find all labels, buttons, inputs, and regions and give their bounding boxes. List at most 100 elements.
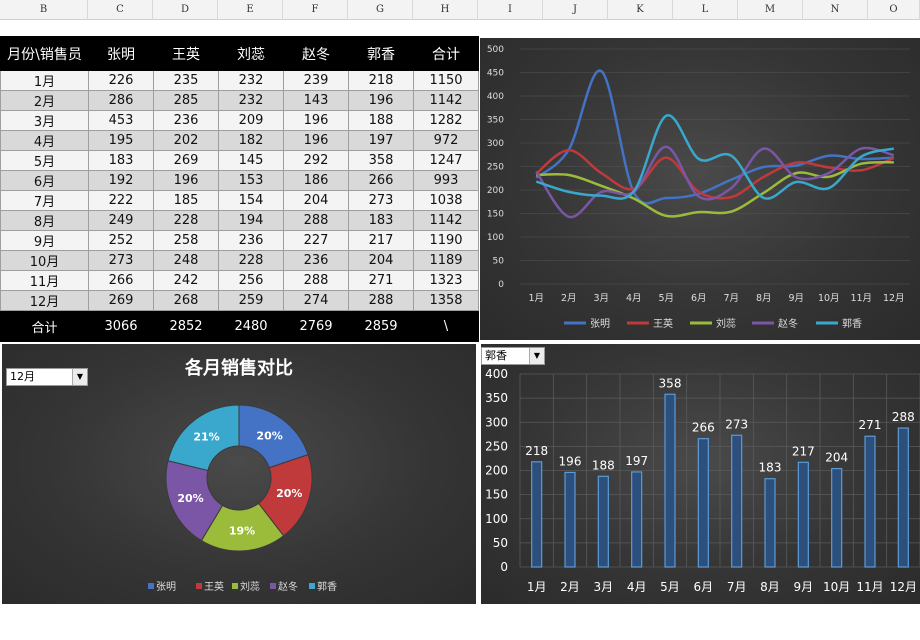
value-cell[interactable]: 154 — [218, 190, 284, 211]
month-cell[interactable]: 5月 — [0, 150, 89, 171]
value-cell[interactable]: 227 — [283, 230, 349, 251]
value-cell[interactable]: 236 — [283, 250, 349, 271]
legend-label[interactable]: 赵冬 — [278, 580, 298, 593]
value-cell[interactable]: 286 — [88, 90, 154, 111]
value-cell[interactable]: 1038 — [413, 190, 479, 211]
value-cell[interactable]: 285 — [153, 90, 219, 111]
bar[interactable] — [797, 461, 809, 568]
bar[interactable] — [831, 467, 843, 568]
value-cell[interactable]: 1247 — [413, 150, 479, 171]
bar[interactable] — [597, 475, 609, 568]
column-header-n[interactable]: N — [803, 0, 868, 20]
column-header-d[interactable]: D — [153, 0, 218, 20]
month-cell[interactable]: 7月 — [0, 190, 89, 211]
value-cell[interactable]: 226 — [88, 70, 154, 91]
value-cell[interactable]: 153 — [218, 170, 284, 191]
value-cell[interactable]: 143 — [283, 90, 349, 111]
value-cell[interactable]: 239 — [283, 70, 349, 91]
month-cell[interactable]: 12月 — [0, 290, 89, 311]
month-cell[interactable]: 1月 — [0, 70, 89, 91]
value-cell[interactable]: 1189 — [413, 250, 479, 271]
column-header-j[interactable]: J — [543, 0, 608, 20]
value-cell[interactable]: 292 — [283, 150, 349, 171]
value-cell[interactable]: 273 — [348, 190, 414, 211]
value-cell[interactable]: 186 — [283, 170, 349, 191]
month-cell[interactable]: 6月 — [0, 170, 89, 191]
value-cell[interactable]: 236 — [153, 110, 219, 131]
legend-label[interactable]: 刘蕊 — [240, 581, 260, 593]
bar[interactable] — [731, 434, 743, 568]
donut-chart-panel[interactable]: 12月 ▼ 各月销售对比 20% 20% 19% 20% 21% 张明 王英 刘蕊 赵冬 郭香 — [2, 344, 476, 604]
value-cell[interactable]: 192 — [88, 170, 154, 191]
bar[interactable] — [531, 461, 543, 568]
value-cell[interactable]: 266 — [88, 270, 154, 291]
value-cell[interactable]: 183 — [88, 150, 154, 171]
value-cell[interactable]: 256 — [218, 270, 284, 291]
column-header-h[interactable]: H — [413, 0, 478, 20]
legend-label[interactable]: 赵冬 — [778, 317, 798, 330]
header-cell[interactable]: 王英 — [153, 36, 219, 71]
value-cell[interactable]: 235 — [153, 70, 219, 91]
value-cell[interactable]: 1142 — [413, 90, 479, 111]
column-header-k[interactable]: K — [608, 0, 673, 20]
value-cell[interactable]: 145 — [218, 150, 284, 171]
value-cell[interactable]: 195 — [88, 130, 154, 151]
series-line-张明[interactable] — [535, 69, 894, 205]
month-cell[interactable]: 4月 — [0, 130, 89, 151]
header-month-salesperson[interactable]: 月份\销售员 — [0, 36, 89, 71]
value-cell[interactable]: 196 — [283, 110, 349, 131]
value-cell[interactable]: 269 — [153, 150, 219, 171]
value-cell[interactable]: 222 — [88, 190, 154, 211]
value-cell[interactable]: 1323 — [413, 270, 479, 291]
total-cell[interactable]: 2852 — [153, 310, 219, 342]
value-cell[interactable]: 217 — [348, 230, 414, 251]
value-cell[interactable]: 183 — [348, 210, 414, 231]
total-cell[interactable]: 2480 — [218, 310, 284, 342]
total-cell[interactable]: 3066 — [88, 310, 154, 342]
column-header-o[interactable]: O — [868, 0, 920, 20]
month-cell[interactable]: 2月 — [0, 90, 89, 111]
value-cell[interactable]: 358 — [348, 150, 414, 171]
value-cell[interactable]: 242 — [153, 270, 219, 291]
bar[interactable] — [664, 393, 676, 568]
column-header-b[interactable]: B — [0, 0, 88, 20]
value-cell[interactable]: 232 — [218, 90, 284, 111]
value-cell[interactable]: 196 — [153, 170, 219, 191]
header-cell[interactable]: 刘蕊 — [218, 36, 284, 71]
column-header-i[interactable]: I — [478, 0, 543, 20]
value-cell[interactable]: 288 — [283, 270, 349, 291]
value-cell[interactable]: 268 — [153, 290, 219, 311]
value-cell[interactable]: 273 — [88, 250, 154, 271]
bar-chart-panel[interactable]: 郭香 ▼ 0 50 100 150 200 250 300 350 400 218 1月 196 2月 1… — [481, 344, 920, 604]
value-cell[interactable]: 266 — [348, 170, 414, 191]
legend-label[interactable]: 王英 — [653, 317, 673, 330]
legend-label[interactable]: 刘蕊 — [716, 318, 736, 330]
legend-label[interactable]: 郭香 — [317, 580, 337, 593]
value-cell[interactable]: 228 — [153, 210, 219, 231]
value-cell[interactable]: 188 — [348, 110, 414, 131]
value-cell[interactable]: 258 — [153, 230, 219, 251]
total-cell[interactable]: \ — [413, 310, 479, 342]
value-cell[interactable]: 236 — [218, 230, 284, 251]
value-cell[interactable]: 271 — [348, 270, 414, 291]
column-header-m[interactable]: M — [738, 0, 803, 20]
line-chart-panel[interactable]: 0 50 100 150 200 250 300 350 400 450 500 1月 2月 3月 4月 5月… — [480, 38, 920, 340]
value-cell[interactable]: 288 — [283, 210, 349, 231]
legend-label[interactable]: 郭香 — [842, 317, 862, 330]
value-cell[interactable]: 1142 — [413, 210, 479, 231]
header-cell[interactable]: 赵冬 — [283, 36, 349, 71]
value-cell[interactable]: 182 — [218, 130, 284, 151]
month-cell[interactable]: 9月 — [0, 230, 89, 251]
bar[interactable] — [897, 427, 909, 568]
legend-label[interactable]: 张明 — [590, 318, 610, 330]
legend-label[interactable]: 张明 — [156, 581, 176, 593]
total-label-cell[interactable]: 合计 — [0, 310, 89, 342]
value-cell[interactable]: 204 — [348, 250, 414, 271]
bar[interactable] — [864, 435, 876, 568]
value-cell[interactable]: 228 — [218, 250, 284, 271]
value-cell[interactable]: 248 — [153, 250, 219, 271]
header-cell[interactable]: 郭香 — [348, 36, 414, 71]
value-cell[interactable]: 202 — [153, 130, 219, 151]
value-cell[interactable]: 209 — [218, 110, 284, 131]
bar[interactable] — [564, 471, 576, 568]
